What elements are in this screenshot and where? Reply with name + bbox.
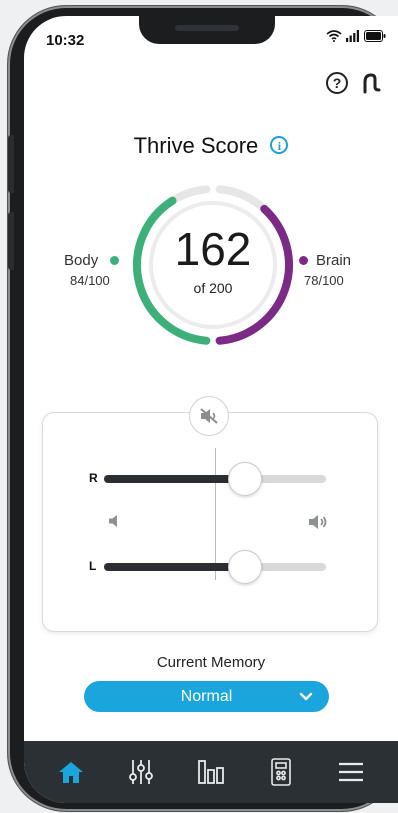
hearing-aid-icon[interactable] — [360, 72, 382, 94]
brain-score: 78/100 — [304, 273, 344, 288]
equalizer-icon — [129, 760, 153, 784]
left-volume-thumb[interactable] — [227, 550, 262, 584]
body-score: 84/100 — [70, 273, 110, 288]
current-memory-title: Current Memory — [156, 654, 266, 671]
battery-icon — [364, 30, 386, 42]
balance-center-line — [215, 448, 216, 580]
right-slider-label: R — [89, 471, 98, 485]
help-icon[interactable]: ? — [326, 72, 348, 94]
app-screen: 10:32 ? Thrive Score i 162 of 200 Body 8… — [24, 16, 398, 803]
mute-button[interactable] — [189, 396, 229, 436]
left-volume-slider[interactable] — [104, 550, 326, 584]
tab-remote[interactable] — [261, 752, 301, 792]
menu-icon — [339, 762, 363, 782]
thrive-score-max: of 200 — [193, 280, 233, 296]
page-title-row: Thrive Score i — [24, 133, 398, 159]
speaker-mute-icon — [200, 408, 218, 424]
chevron-down-icon — [299, 692, 313, 701]
notch — [139, 16, 275, 44]
side-button — [8, 212, 14, 270]
signal-icon — [346, 30, 359, 42]
header-actions: ? — [326, 72, 382, 94]
brain-label: Brain — [316, 252, 352, 269]
memory-selected-value: Normal — [180, 688, 233, 705]
info-icon[interactable]: i — [270, 136, 289, 154]
tab-statistics[interactable] — [191, 752, 231, 792]
bar-chart-icon — [198, 760, 224, 784]
tab-equalizer[interactable] — [121, 752, 161, 792]
right-volume-slider[interactable] — [104, 462, 326, 496]
remote-icon — [271, 758, 291, 786]
side-button — [8, 135, 14, 193]
memory-select[interactable]: Normal — [84, 681, 329, 712]
status-time: 10:32 — [46, 32, 85, 49]
volume-up-icon[interactable] — [308, 514, 328, 530]
body-label: Body — [64, 252, 99, 269]
left-slider-label: L — [89, 559, 97, 573]
home-icon — [59, 762, 83, 783]
body-dot — [110, 256, 119, 265]
tab-home[interactable] — [51, 752, 91, 792]
page-title: Thrive Score — [133, 133, 259, 158]
thrive-score-value: 162 — [174, 223, 252, 275]
right-volume-thumb[interactable] — [227, 462, 262, 496]
wifi-icon — [326, 30, 342, 42]
bottom-tab-bar — [24, 741, 398, 803]
tab-menu[interactable] — [331, 752, 371, 792]
volume-down-icon[interactable] — [108, 514, 124, 528]
status-icons — [326, 30, 386, 42]
brain-dot — [299, 256, 308, 265]
